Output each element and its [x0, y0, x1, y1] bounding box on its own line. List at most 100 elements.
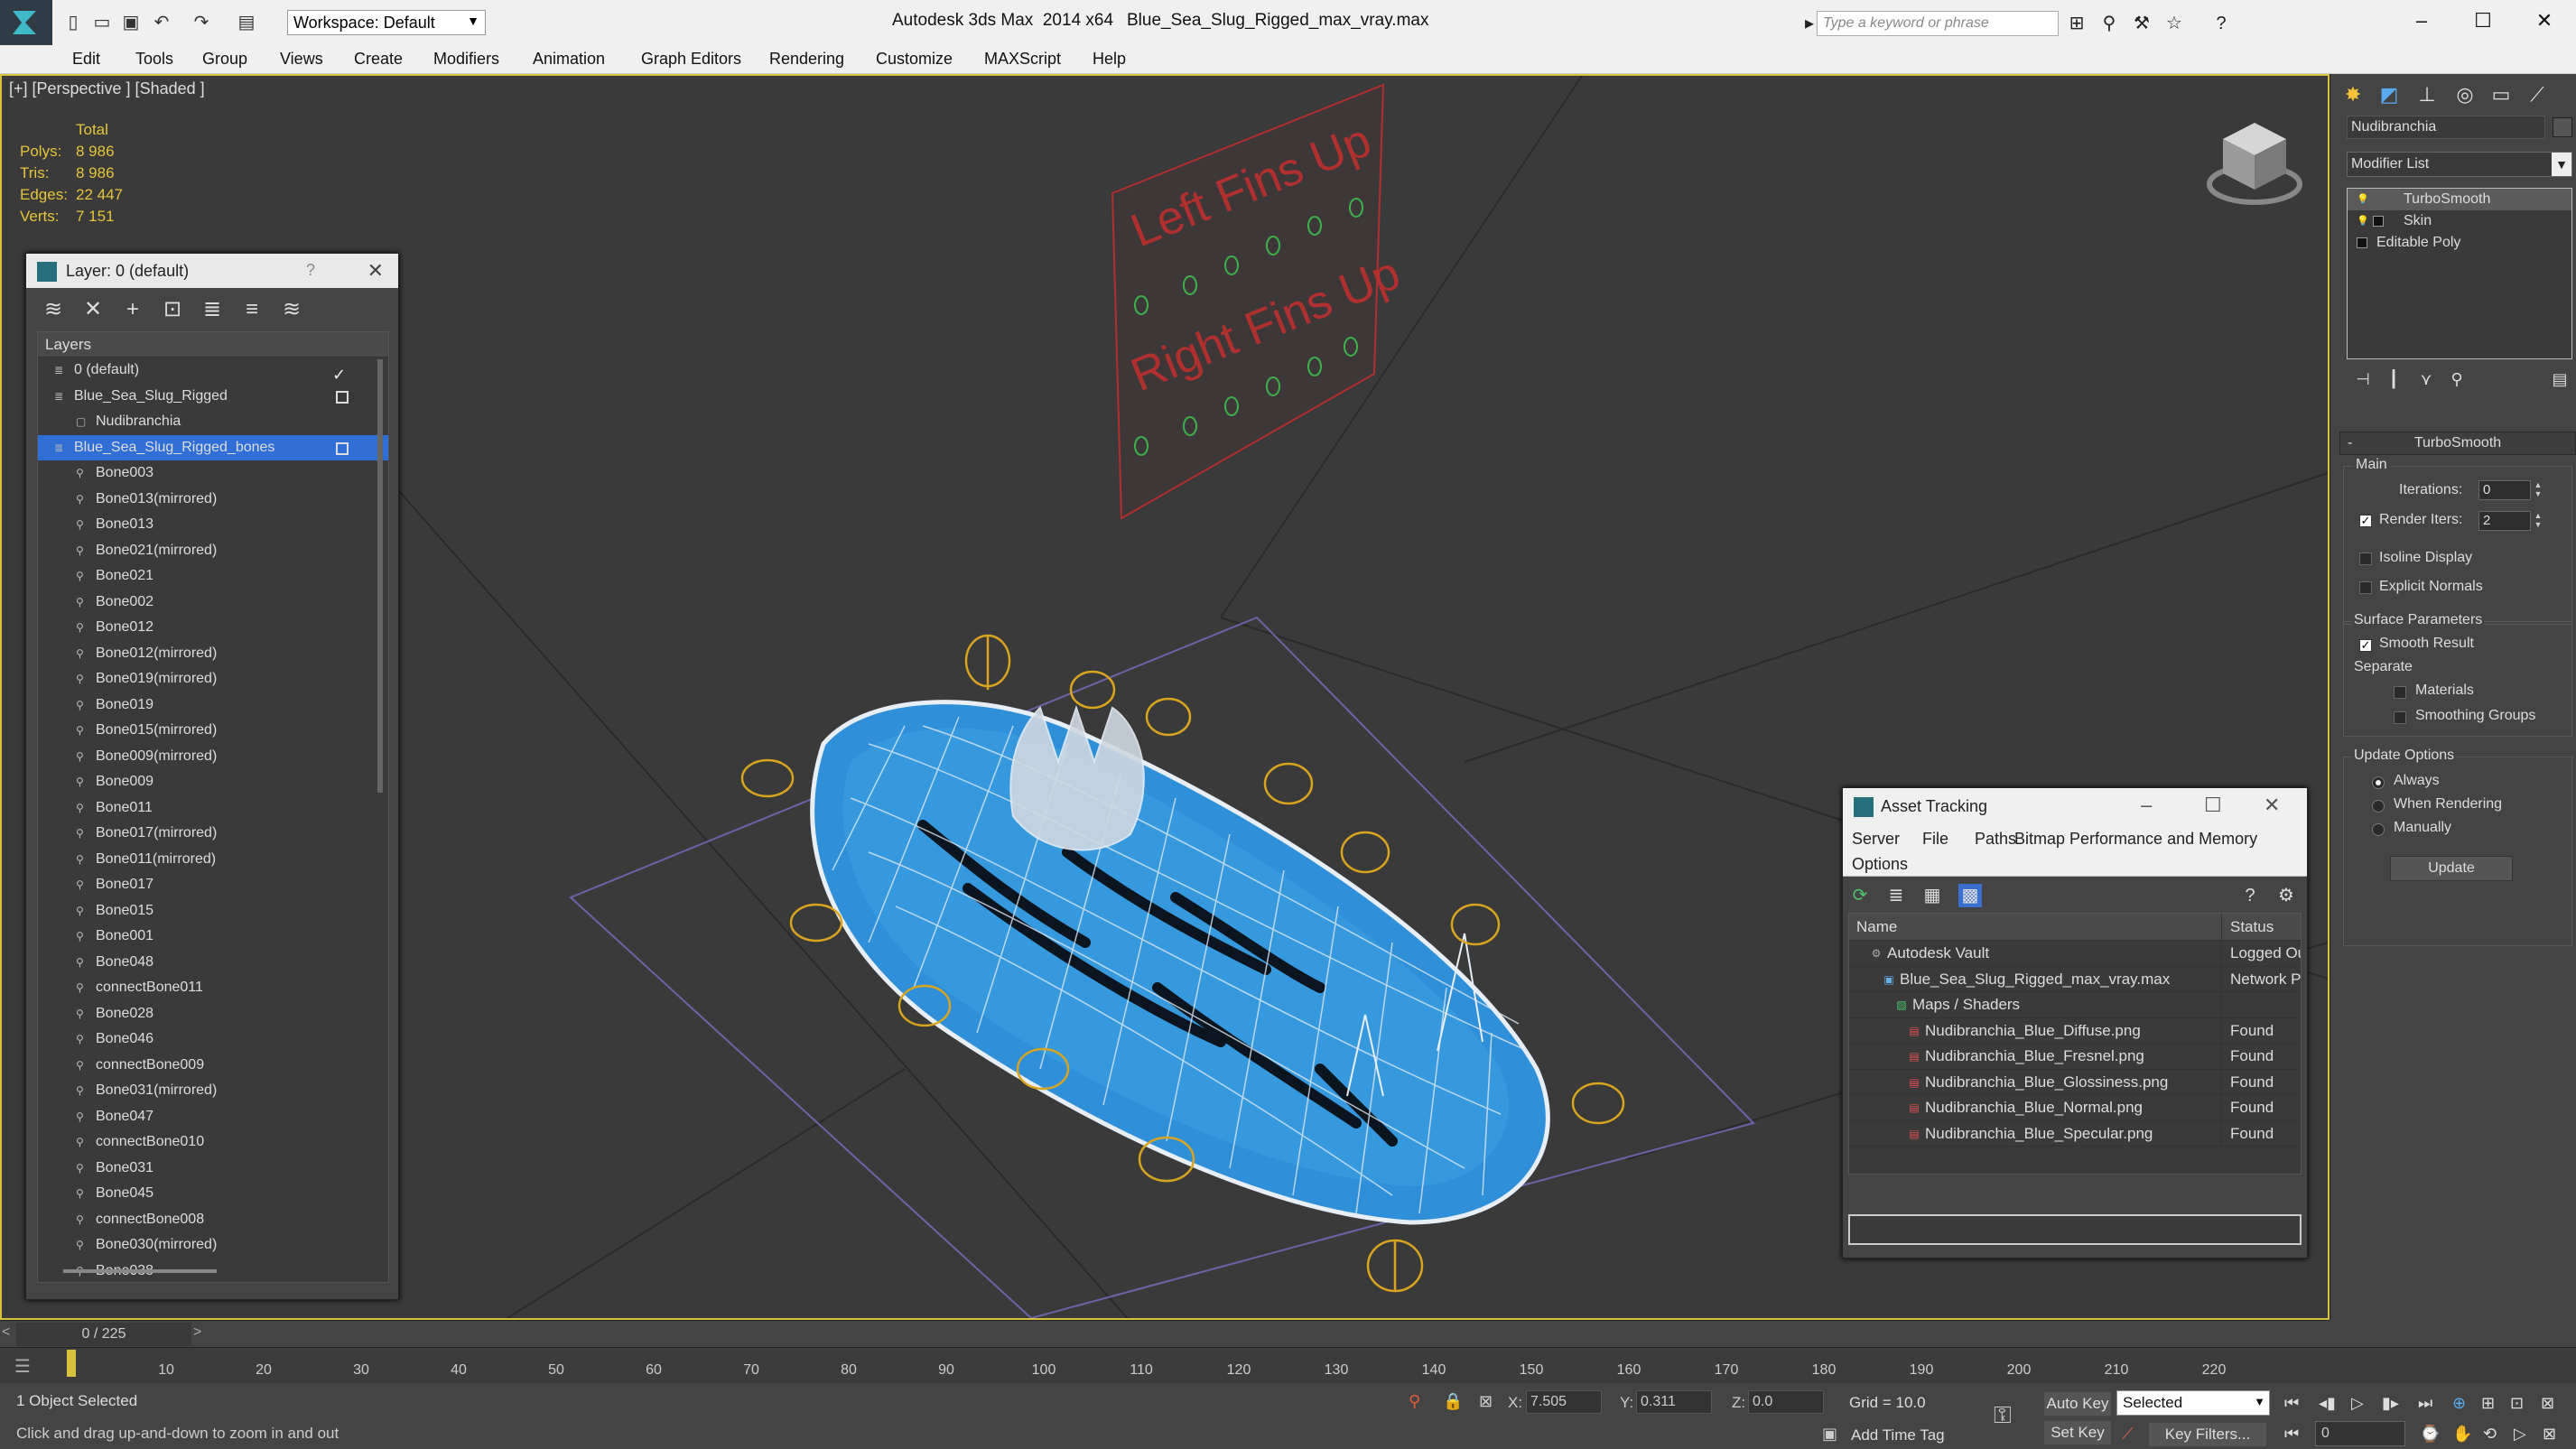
render-iters-spinner[interactable]: 2 — [2478, 511, 2531, 531]
pan-icon[interactable]: ✋ — [2452, 1425, 2472, 1444]
key-icon[interactable]: ⚿ — [1994, 1401, 2012, 1430]
curve-editor-icon[interactable]: ☰ — [14, 1355, 42, 1377]
materials-checkbox[interactable] — [2394, 686, 2406, 699]
next-key-icon[interactable]: ▮▸ — [2382, 1394, 2399, 1413]
layer-object-row[interactable]: ⚲ Bone021 — [38, 563, 388, 590]
layer-object-row[interactable]: ⚲ Bone015(mirrored) — [38, 718, 388, 744]
table-view-icon[interactable]: ▩ — [1958, 884, 1982, 907]
object-name-field[interactable]: Nudibranchia — [2347, 116, 2545, 139]
object-color-swatch[interactable] — [2553, 117, 2572, 137]
show-end-result-icon[interactable]: ┃ — [2383, 370, 2404, 392]
lightbulb-icon[interactable]: 💡 — [2357, 215, 2369, 228]
layer-object-row[interactable]: ⚲ connectBone009 — [38, 1053, 388, 1079]
layer-dialog-titlebar[interactable]: Layer: 0 (default) ? ✕ — [26, 254, 398, 288]
set-current-layer-box[interactable] — [336, 441, 349, 455]
asset-minimize-button[interactable]: – — [2141, 794, 2152, 817]
y-coord-field[interactable]: 0.311 — [1636, 1390, 1712, 1414]
layer-object-row[interactable]: ⚲ Bone009(mirrored) — [38, 744, 388, 770]
set-key-button[interactable]: Set Key — [2044, 1421, 2111, 1444]
layer-object-row[interactable]: ⚲ Bone003 — [38, 460, 388, 487]
key-filters-button[interactable]: Key Filters... — [2149, 1423, 2266, 1446]
absolute-mode-icon[interactable]: ⊠ — [1479, 1392, 1493, 1411]
x-coord-field[interactable]: 7.505 — [1526, 1390, 1602, 1414]
asset-path-field[interactable] — [1848, 1214, 2302, 1245]
thumbnail-view-icon[interactable]: ▦ — [1920, 884, 1944, 907]
expand-icon[interactable] — [2357, 237, 2367, 248]
asset-menu-paths[interactable]: Paths — [1975, 830, 2016, 849]
render-iters-checkbox[interactable]: ✓ — [2359, 515, 2372, 527]
asset-col-status[interactable]: Status — [2230, 918, 2274, 936]
spinner-arrows-icon[interactable]: ▲ ▼ — [2533, 511, 2543, 531]
time-slider[interactable]: < 0 / 225 > — [0, 1320, 2330, 1347]
asset-menu-options[interactable]: Options — [1852, 855, 1908, 874]
manually-radio[interactable] — [2372, 823, 2385, 836]
asset-row[interactable]: ▤ Nudibranchia_Blue_Normal.png Found — [1849, 1095, 2301, 1121]
smooth-result-checkbox[interactable]: ✓ — [2359, 639, 2372, 652]
add-time-tag-label[interactable]: Add Time Tag — [1851, 1426, 1945, 1444]
asset-row[interactable]: ▣ Blue_Sea_Slug_Rigged_max_vray.max Networ… — [1849, 966, 2301, 992]
create-layer-icon[interactable]: ≋ — [41, 297, 66, 322]
layer-object-row[interactable]: ⚲ Bone009 — [38, 769, 388, 795]
menu-modifiers[interactable]: Modifiers — [433, 50, 499, 69]
display-tab-icon[interactable]: ▭ — [2488, 81, 2515, 108]
project-folder-icon[interactable]: ▤ — [237, 13, 256, 33]
utilities-tab-icon[interactable]: ⟋ — [2524, 81, 2551, 108]
modifier-list-dropdown[interactable]: Modifier List ▼ — [2347, 152, 2572, 177]
when-rendering-radio[interactable] — [2372, 800, 2385, 813]
layer-object-row[interactable]: ⚲ Bone019 — [38, 692, 388, 719]
viewport-label[interactable]: [+] [Perspective ] [Shaded ] — [9, 79, 205, 98]
layer-object-row[interactable]: ▢ Nudibranchia — [38, 409, 388, 435]
workspace-select[interactable]: Workspace: Default ▼ — [287, 10, 486, 35]
asset-row[interactable]: ▤ Nudibranchia_Blue_Fresnel.png Found — [1849, 1044, 2301, 1070]
asset-settings-icon[interactable]: ⚙ — [2274, 884, 2298, 907]
go-to-end-icon[interactable]: ⏭ — [2418, 1394, 2432, 1413]
close-button[interactable]: ✕ — [2526, 7, 2562, 34]
asset-menu-file[interactable]: File — [1922, 830, 1948, 849]
layer-row[interactable]: ≣ 0 (default) ✓ — [38, 358, 388, 384]
open-file-icon[interactable]: ▭ — [92, 13, 112, 33]
asset-maximize-button[interactable]: ☐ — [2204, 794, 2222, 817]
asset-row[interactable]: ▤ Nudibranchia_Blue_Diffuse.png Found — [1849, 1017, 2301, 1044]
lightbulb-icon[interactable]: 💡 — [2357, 193, 2369, 206]
stack-item-skin[interactable]: 💡 Skin — [2348, 210, 2571, 232]
menu-graph-editors[interactable]: Graph Editors — [641, 50, 741, 69]
z-coord-field[interactable]: 0.0 — [1748, 1390, 1824, 1414]
layer-object-row[interactable]: ⚲ Bone021(mirrored) — [38, 538, 388, 564]
minimize-button[interactable]: – — [2404, 7, 2440, 34]
asset-menu-server[interactable]: Server — [1852, 830, 1900, 849]
asset-row[interactable]: ▤ Nudibranchia_Blue_Glossiness.png Found — [1849, 1069, 2301, 1095]
perspective-viewport[interactable]: Left Fins Up Right Fins Up [+] [Perspect… — [0, 74, 2330, 1320]
layer-object-row[interactable]: ⚲ Bone017(mirrored) — [38, 821, 388, 847]
layer-row[interactable]: ≣ Blue_Sea_Slug_Rigged — [38, 384, 388, 410]
stack-item-turbosmooth[interactable]: 💡 TurboSmooth — [2348, 189, 2571, 210]
orbit-icon[interactable]: ⟲ — [2483, 1425, 2497, 1444]
track-bar[interactable]: ☰ 10 20 30 40 50 60 70 80 90 100 110 120 130 140 150 16… — [0, 1347, 2576, 1383]
make-unique-icon[interactable]: ⋎ — [2415, 370, 2437, 392]
asset-table[interactable]: Name Status ⚙ Autodesk Vault Logged Out ▣ Bl… — [1848, 913, 2302, 1175]
update-button[interactable]: Update — [2390, 856, 2513, 881]
layer-object-row[interactable]: ⚲ Bone045 — [38, 1181, 388, 1207]
isolate-icon[interactable]: ⚲ — [1409, 1392, 1420, 1411]
save-icon[interactable]: ▣ — [121, 13, 141, 33]
layer-object-row[interactable]: ⚲ Bone013(mirrored) — [38, 487, 388, 513]
set-current-layer-box[interactable] — [336, 390, 349, 404]
refresh-icon[interactable]: ⟳ — [1848, 884, 1872, 907]
binoculars-icon[interactable]: ⊞ — [2066, 13, 2088, 34]
play-icon[interactable]: ▷ — [2351, 1394, 2364, 1413]
layer-object-row[interactable]: ⚲ Bone015 — [38, 898, 388, 924]
menu-rendering[interactable]: Rendering — [769, 50, 844, 69]
undo-icon[interactable]: ↶ — [152, 13, 172, 33]
hide-all-layers-icon[interactable]: ≡ — [239, 297, 265, 322]
remove-modifier-icon[interactable]: ⚲ — [2446, 370, 2468, 392]
select-objects-icon[interactable]: ⊡ — [160, 297, 185, 322]
layer-object-row[interactable]: ⚲ Bone031(mirrored) — [38, 1078, 388, 1104]
layer-object-row[interactable]: ⚲ connectBone010 — [38, 1129, 388, 1156]
layer-object-row[interactable]: ⚲ connectBone008 — [38, 1207, 388, 1233]
layer-object-row[interactable]: ⚲ Bone002 — [38, 590, 388, 616]
go-to-start-icon[interactable]: ⏮ — [2284, 1394, 2299, 1413]
key-mode-icon[interactable]: ⏮ — [2284, 1425, 2299, 1444]
communication-icon[interactable]: ⚒ — [2131, 13, 2153, 34]
time-config-icon[interactable]: ⌚ — [2420, 1425, 2440, 1444]
layer-object-row[interactable]: ⚲ Bone030(mirrored) — [38, 1232, 388, 1259]
list-view-icon[interactable]: ≣ — [1884, 884, 1908, 907]
